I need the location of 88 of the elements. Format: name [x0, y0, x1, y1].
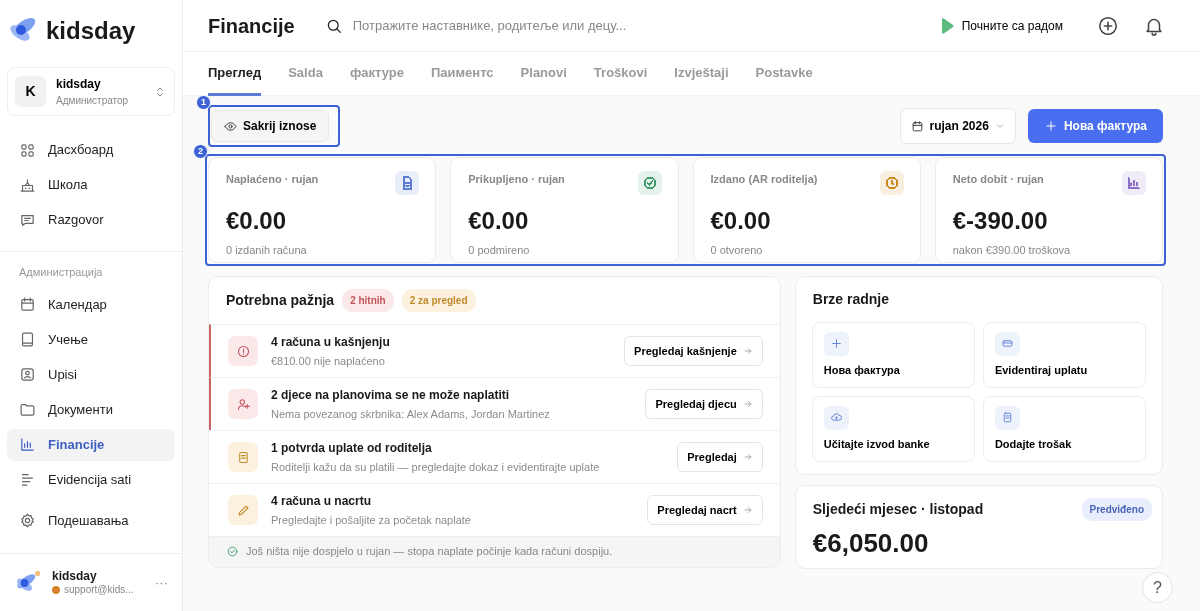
review-button[interactable]: Pregledaj nacrt	[647, 494, 763, 526]
warning-dot-icon	[52, 586, 60, 594]
item-subtitle: €810.00 nije naplaćeno	[271, 353, 386, 369]
plus-circle-icon	[1097, 14, 1119, 37]
book-icon	[19, 331, 36, 348]
person-icon	[19, 366, 36, 383]
item-title: 4 računa u nacrtu	[271, 492, 373, 510]
item-subtitle: Nema povezanog skrbnika: Alex Adams, Jordan Martinez	[271, 406, 550, 422]
quick-action-tile[interactable]: Dodajte trošak	[982, 396, 1146, 462]
arrow-right-icon	[742, 346, 753, 356]
nav-item[interactable]: Evidencija sati	[7, 463, 175, 496]
stat-label: Neto dobit · rujan	[952, 172, 1044, 187]
stat-note: 0 izdanih računa	[226, 243, 308, 258]
org-name: kidsday	[56, 76, 102, 93]
step-number: 2	[193, 144, 208, 159]
item-title: 1 potvrda uplate od roditelja	[271, 439, 433, 457]
settings-icon	[19, 512, 36, 530]
alert-icon	[235, 343, 251, 359]
stat-note: nakon €390.00 troškova	[952, 243, 1072, 258]
stat-value: €0.00	[226, 206, 288, 236]
review-button[interactable]: Pregledaj djecu	[645, 388, 763, 420]
stat-value: €0.00	[710, 206, 772, 236]
org-role: Администратор	[56, 94, 129, 108]
count-badge: 2 hitnih	[342, 289, 394, 312]
nav-item[interactable]: Дасхбоард	[7, 134, 175, 166]
add-button[interactable]	[1097, 14, 1119, 37]
plus-icon	[829, 337, 843, 351]
period-dropdown[interactable]: rujan 2026	[899, 108, 1016, 144]
logo-text: kidsday	[46, 16, 136, 46]
bars-icon	[19, 471, 36, 488]
nav-item[interactable]: Upisi	[7, 358, 175, 391]
stat-label: Naplaćeno · rujan	[226, 172, 319, 187]
folder-icon	[19, 401, 36, 418]
nav-item[interactable]: Документи	[7, 393, 175, 426]
calendar-icon	[910, 119, 924, 133]
stat-label: Prikupljeno · rujan	[468, 172, 565, 187]
nav-item[interactable]: Подешавања	[7, 504, 175, 537]
search-field[interactable]: Потражите наставнике, родитеље или децу...	[350, 14, 934, 37]
hide-amounts-button[interactable]: Sakrij iznose	[211, 110, 330, 142]
more-button[interactable]: ···	[155, 572, 168, 593]
item-title: 4 računa u kašnjenju	[271, 333, 390, 351]
forecast-amount: €6,050.00	[811, 529, 930, 558]
check-circle-icon	[226, 544, 239, 558]
org-avatar: K	[15, 76, 46, 107]
stat-value: €0.00	[468, 206, 530, 236]
plus-icon	[1043, 119, 1058, 133]
arrow-right-icon	[742, 505, 753, 515]
step-number: 1	[196, 95, 211, 110]
panel-title: Brze radnje	[812, 290, 890, 309]
calendar-icon	[19, 296, 36, 313]
item-subtitle: Roditelji kažu da su platili — pregledajte dokaz i evidentirajte uplate	[271, 459, 600, 475]
stat-value: €-390.00	[952, 206, 1049, 236]
eye-icon	[224, 119, 237, 133]
item-title: 2 djece na planovima se ne može naplatiti	[271, 386, 511, 404]
review-button[interactable]: Pregledaj	[677, 441, 763, 473]
arrow-right-icon	[742, 452, 753, 462]
nav-item[interactable]: Учење	[7, 323, 175, 356]
quick-action-tile[interactable]: Evidentiraj uplatu	[982, 322, 1146, 388]
panel-title: Potrebna pažnja	[226, 291, 335, 310]
new-invoice-button[interactable]: Нова фактура	[1027, 109, 1163, 143]
forecast-badge: Predviđeno	[1081, 498, 1152, 521]
nav-item[interactable]: Razgovor	[7, 204, 175, 236]
nav-item[interactable]: Школа	[7, 169, 175, 201]
add-user-icon	[235, 396, 251, 412]
get-started-button[interactable]: Почните са радом	[933, 15, 1069, 36]
stat-label: Izdano (AR roditelja)	[710, 172, 818, 187]
page-title: Financije	[208, 13, 295, 38]
section-label: Администрација	[0, 251, 182, 289]
chart-icon	[19, 436, 36, 453]
nav-item[interactable]: Календар	[7, 288, 175, 321]
panel-title: Sljedeći mjesec · listopad	[812, 500, 984, 519]
status-note: Još ništa nije dospjelo u rujan — stopa naplate počinje kada računi dospiju.	[246, 544, 613, 559]
nav-item[interactable]: Financije	[7, 428, 175, 461]
play-icon	[939, 17, 954, 34]
item-subtitle: Pregledajte i pošaljite za početak naplate	[271, 512, 471, 528]
arrow-right-icon	[742, 399, 753, 409]
user-email: support@kids...	[64, 583, 134, 597]
quick-action-tile[interactable]: Нова фактура	[811, 322, 975, 388]
review-button[interactable]: Pregledaj kašnjenje	[624, 335, 763, 367]
school-icon	[19, 176, 36, 194]
count-badge: 2 za pregled	[401, 289, 476, 312]
chevron-down-icon	[994, 121, 1005, 131]
stat-note: 0 otvoreno	[710, 243, 764, 258]
user-name: kidsday	[52, 568, 98, 584]
stat-note: 0 podmireno	[468, 243, 531, 258]
grid-icon	[19, 141, 36, 159]
quick-action-tile[interactable]: Učitajte izvod banke	[811, 396, 975, 462]
org-switcher[interactable]: K kidsday Администратор	[7, 67, 175, 116]
